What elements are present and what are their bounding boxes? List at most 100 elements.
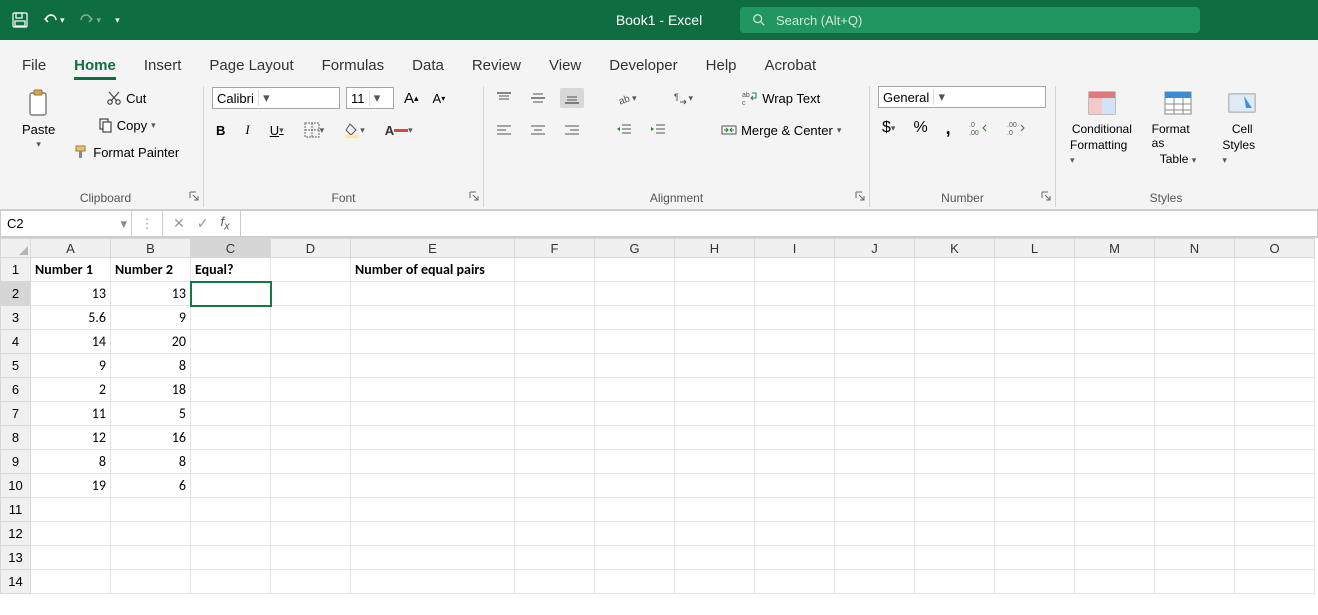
row-header-1[interactable]: 1 <box>0 258 31 282</box>
cell-C10[interactable] <box>191 474 271 498</box>
cell-F2[interactable] <box>515 282 595 306</box>
cell-K5[interactable] <box>915 354 995 378</box>
cell-D7[interactable] <box>271 402 351 426</box>
column-header-C[interactable]: C <box>191 238 271 258</box>
column-header-D[interactable]: D <box>271 238 351 258</box>
column-header-M[interactable]: M <box>1075 238 1155 258</box>
cell-I2[interactable] <box>755 282 835 306</box>
cell-L9[interactable] <box>995 450 1075 474</box>
accounting-format-button[interactable]: $ ▾ <box>878 117 899 139</box>
cell-K3[interactable] <box>915 306 995 330</box>
font-dialog-launcher[interactable] <box>467 189 481 203</box>
cell-B9[interactable]: 8 <box>111 450 191 474</box>
fx-button[interactable]: fx <box>220 214 229 233</box>
enter-formula-button[interactable]: ✓ <box>197 215 209 232</box>
cell-B10[interactable]: 6 <box>111 474 191 498</box>
cell-styles-button[interactable]: Cell Styles ▾ <box>1216 86 1268 168</box>
cell-N8[interactable] <box>1155 426 1235 450</box>
increase-indent-button[interactable] <box>646 120 670 140</box>
row-header-7[interactable]: 7 <box>0 402 31 426</box>
cell-A8[interactable]: 12 <box>31 426 111 450</box>
row-header-3[interactable]: 3 <box>0 306 31 330</box>
cell-I4[interactable] <box>755 330 835 354</box>
decrease-decimal-button[interactable]: .00.0 <box>1003 118 1031 138</box>
borders-button[interactable]: ▾ <box>300 120 329 140</box>
format-painter-button[interactable]: Format Painter <box>69 140 183 164</box>
cell-M3[interactable] <box>1075 306 1155 330</box>
cell-B3[interactable]: 9 <box>111 306 191 330</box>
cell-M2[interactable] <box>1075 282 1155 306</box>
cell-I5[interactable] <box>755 354 835 378</box>
column-header-J[interactable]: J <box>835 238 915 258</box>
cell-J14[interactable] <box>835 570 915 594</box>
select-all-corner[interactable] <box>0 238 31 258</box>
tab-insert[interactable]: Insert <box>144 57 182 80</box>
cell-K10[interactable] <box>915 474 995 498</box>
cell-E3[interactable] <box>351 306 515 330</box>
number-dialog-launcher[interactable] <box>1039 189 1053 203</box>
increase-decimal-button[interactable]: .0.00 <box>965 118 993 138</box>
cell-A1[interactable]: Number 1 <box>31 258 111 282</box>
cell-J7[interactable] <box>835 402 915 426</box>
cell-C6[interactable] <box>191 378 271 402</box>
cell-N7[interactable] <box>1155 402 1235 426</box>
cell-L14[interactable] <box>995 570 1075 594</box>
cell-G2[interactable] <box>595 282 675 306</box>
cell-A5[interactable]: 9 <box>31 354 111 378</box>
tab-acrobat[interactable]: Acrobat <box>765 57 817 80</box>
font-color-button[interactable]: A▾ <box>381 121 417 140</box>
ltr-button[interactable]: ¶▾ <box>669 88 698 108</box>
orientation-button[interactable]: ab▾ <box>612 88 641 108</box>
cell-H10[interactable] <box>675 474 755 498</box>
cell-K6[interactable] <box>915 378 995 402</box>
cell-M4[interactable] <box>1075 330 1155 354</box>
qat-customize[interactable]: ▾ <box>115 15 120 26</box>
cell-E10[interactable] <box>351 474 515 498</box>
cut-button[interactable]: Cut <box>69 86 183 110</box>
cell-K1[interactable] <box>915 258 995 282</box>
cell-H12[interactable] <box>675 522 755 546</box>
cell-N3[interactable] <box>1155 306 1235 330</box>
tab-help[interactable]: Help <box>706 57 737 80</box>
cell-C2[interactable] <box>191 282 271 306</box>
cell-D12[interactable] <box>271 522 351 546</box>
cell-N9[interactable] <box>1155 450 1235 474</box>
cell-E14[interactable] <box>351 570 515 594</box>
cell-L3[interactable] <box>995 306 1075 330</box>
cell-K4[interactable] <box>915 330 995 354</box>
cell-N6[interactable] <box>1155 378 1235 402</box>
cell-N13[interactable] <box>1155 546 1235 570</box>
cell-O9[interactable] <box>1235 450 1315 474</box>
cell-K9[interactable] <box>915 450 995 474</box>
cell-N14[interactable] <box>1155 570 1235 594</box>
spreadsheet-grid[interactable]: ABCDEFGHIJKLMNO 1Number 1Number 2Equal?N… <box>0 238 1318 594</box>
column-header-E[interactable]: E <box>351 238 515 258</box>
cell-O1[interactable] <box>1235 258 1315 282</box>
cell-J12[interactable] <box>835 522 915 546</box>
cell-M14[interactable] <box>1075 570 1155 594</box>
cell-O7[interactable] <box>1235 402 1315 426</box>
cell-B5[interactable]: 8 <box>111 354 191 378</box>
column-header-K[interactable]: K <box>915 238 995 258</box>
cell-C4[interactable] <box>191 330 271 354</box>
cell-D5[interactable] <box>271 354 351 378</box>
cell-H13[interactable] <box>675 546 755 570</box>
column-header-A[interactable]: A <box>31 238 111 258</box>
cell-H14[interactable] <box>675 570 755 594</box>
cell-H8[interactable] <box>675 426 755 450</box>
cell-D6[interactable] <box>271 378 351 402</box>
cell-F5[interactable] <box>515 354 595 378</box>
cell-M12[interactable] <box>1075 522 1155 546</box>
cell-A7[interactable]: 11 <box>31 402 111 426</box>
cell-O14[interactable] <box>1235 570 1315 594</box>
cell-D10[interactable] <box>271 474 351 498</box>
cell-A9[interactable]: 8 <box>31 450 111 474</box>
formula-input[interactable] <box>240 210 1318 237</box>
cell-B12[interactable] <box>111 522 191 546</box>
cell-D9[interactable] <box>271 450 351 474</box>
cell-F1[interactable] <box>515 258 595 282</box>
cell-H9[interactable] <box>675 450 755 474</box>
cell-I7[interactable] <box>755 402 835 426</box>
copy-button[interactable]: Copy ▾ <box>69 113 183 137</box>
cell-A10[interactable]: 19 <box>31 474 111 498</box>
